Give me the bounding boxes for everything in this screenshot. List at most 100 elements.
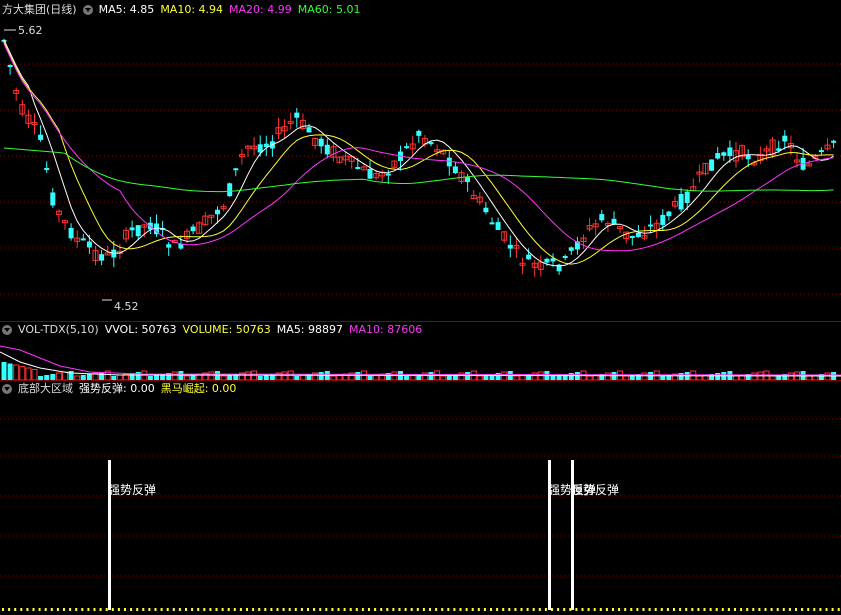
indicator-chart[interactable]: 强势反弹强势反弹强势反弹 <box>0 398 841 615</box>
baseline-dot <box>20 608 23 611</box>
candle-body <box>227 183 233 197</box>
baseline-dot <box>75 608 78 611</box>
candle-body <box>831 140 837 143</box>
baseline-dot <box>520 608 523 611</box>
low-price-label: 4.52 <box>114 300 139 313</box>
volume-bar <box>465 372 471 380</box>
candlestick-chart[interactable]: 5.62 4.52 <box>0 18 841 320</box>
baseline-dot <box>752 608 755 611</box>
ma60-label: MA60: 5.01 <box>297 3 361 16</box>
baseline-dot <box>282 608 285 611</box>
baseline-dot <box>551 608 553 611</box>
baseline-dot <box>81 608 84 611</box>
baseline-dot <box>825 608 828 611</box>
volume-bar <box>641 372 648 380</box>
candle-body <box>544 258 550 263</box>
baseline-dot <box>160 608 163 611</box>
stock-title: 方大集团(日线) <box>2 3 77 16</box>
volume-bar <box>208 371 215 380</box>
baseline-dot <box>191 608 194 611</box>
baseline-dot <box>276 608 279 611</box>
baseline-dot <box>185 608 187 611</box>
baseline-dot <box>252 608 255 611</box>
baseline-dot <box>2 608 4 611</box>
baseline-dot <box>636 608 639 611</box>
baseline-dot <box>490 608 492 611</box>
baseline-dot <box>124 608 126 611</box>
volume-title: VOL-TDX(5,10) <box>18 323 99 336</box>
volume-header: VOL-TDX(5,10) VVOL: 50763 VOLUME: 50763 … <box>0 322 841 338</box>
candle-body <box>367 169 373 179</box>
volume-menu-icon[interactable] <box>2 325 12 335</box>
candle-body <box>215 209 220 215</box>
baseline-dot <box>368 608 370 611</box>
baseline-dot <box>215 608 218 611</box>
baseline-dot <box>831 608 834 611</box>
volume-label: VOLUME: 50763 <box>182 323 271 336</box>
vvol-label: VVOL: 50763 <box>104 323 177 336</box>
baseline-dot <box>673 608 675 611</box>
candle-body <box>68 227 74 239</box>
baseline-dot <box>331 608 334 611</box>
vol-ma10-line <box>0 345 841 376</box>
candle-body <box>99 254 105 261</box>
candle-body <box>306 127 312 133</box>
candle-body <box>166 244 172 248</box>
candle-body <box>599 214 605 221</box>
baseline-dot <box>361 608 364 611</box>
candle-body <box>385 173 391 176</box>
strong-rebound-label: 强势反弹: 0.00 <box>79 382 155 395</box>
baseline-dot <box>130 608 133 611</box>
baseline-dot <box>355 608 358 611</box>
baseline-dot <box>557 608 560 611</box>
baseline-dot <box>313 608 316 611</box>
baseline-dot <box>117 608 120 611</box>
volume-bar <box>171 371 178 380</box>
volume-chart[interactable] <box>0 338 841 380</box>
dark-horse-label: 黑马崛起: 0.00 <box>160 382 237 395</box>
baseline-dot <box>837 608 840 611</box>
candle-body <box>80 238 86 241</box>
candle-body <box>428 142 434 145</box>
baseline-dot <box>544 608 547 611</box>
baseline-dot <box>483 608 486 611</box>
baseline-dot <box>93 608 96 611</box>
baseline-dot <box>404 608 407 611</box>
baseline-dot <box>819 608 822 611</box>
volume-bar <box>7 363 13 380</box>
baseline-dot <box>599 608 602 611</box>
candle-body <box>294 112 300 118</box>
candle-body <box>324 144 330 155</box>
ma5-label: MA5: 4.85 <box>98 3 155 16</box>
candle-body <box>495 222 501 230</box>
baseline-dot <box>325 608 328 611</box>
baseline-dot <box>142 608 145 611</box>
volume-bar <box>13 364 20 380</box>
volume-bar <box>68 371 74 380</box>
indicator-menu-icon[interactable] <box>82 5 93 15</box>
volume-bar <box>135 372 141 380</box>
volume-bar <box>531 372 538 380</box>
baseline-dot <box>660 608 663 611</box>
baseline-dot <box>776 608 779 611</box>
baseline-dot <box>288 608 291 611</box>
baseline-dot <box>618 608 621 611</box>
candle-body <box>715 153 721 159</box>
baseline-dot <box>721 608 724 611</box>
baseline-dot <box>514 608 517 611</box>
volume-bar <box>245 371 251 380</box>
signal-label: 强势反弹 <box>571 483 619 497</box>
volume-bar <box>751 372 758 380</box>
baseline-dot <box>380 608 383 611</box>
candle-body <box>44 167 50 171</box>
baseline-dot <box>50 608 53 611</box>
baseline-dot <box>44 608 47 611</box>
candle-body <box>190 226 196 232</box>
baseline-dot <box>746 608 749 611</box>
baseline-dot <box>575 608 578 611</box>
high-price-label: 5.62 <box>18 24 43 37</box>
indicator-panel-menu-icon[interactable] <box>2 384 12 394</box>
candle-body <box>526 254 532 260</box>
candle-body <box>818 150 824 153</box>
volume-bar <box>62 371 68 380</box>
